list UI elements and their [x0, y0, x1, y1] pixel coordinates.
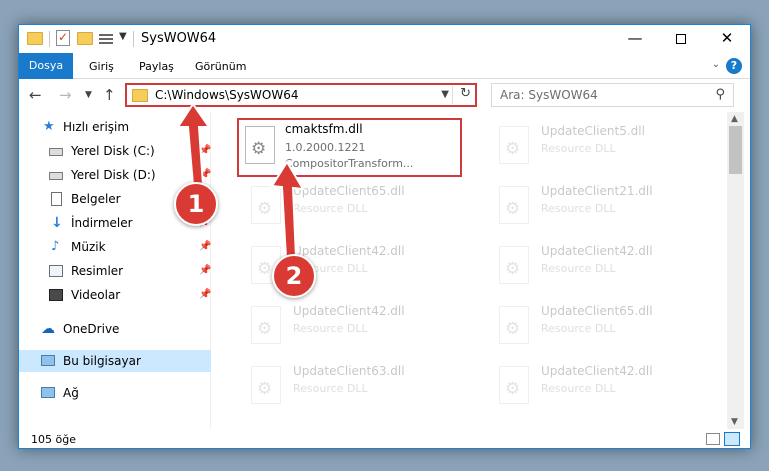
arrow-to-selected-file [270, 160, 305, 259]
step-badge-1: 1 [174, 182, 218, 226]
step-badge-2: 2 [272, 254, 316, 298]
annotation-arrows [176, 102, 305, 259]
arrow-to-address-bar [176, 102, 211, 186]
